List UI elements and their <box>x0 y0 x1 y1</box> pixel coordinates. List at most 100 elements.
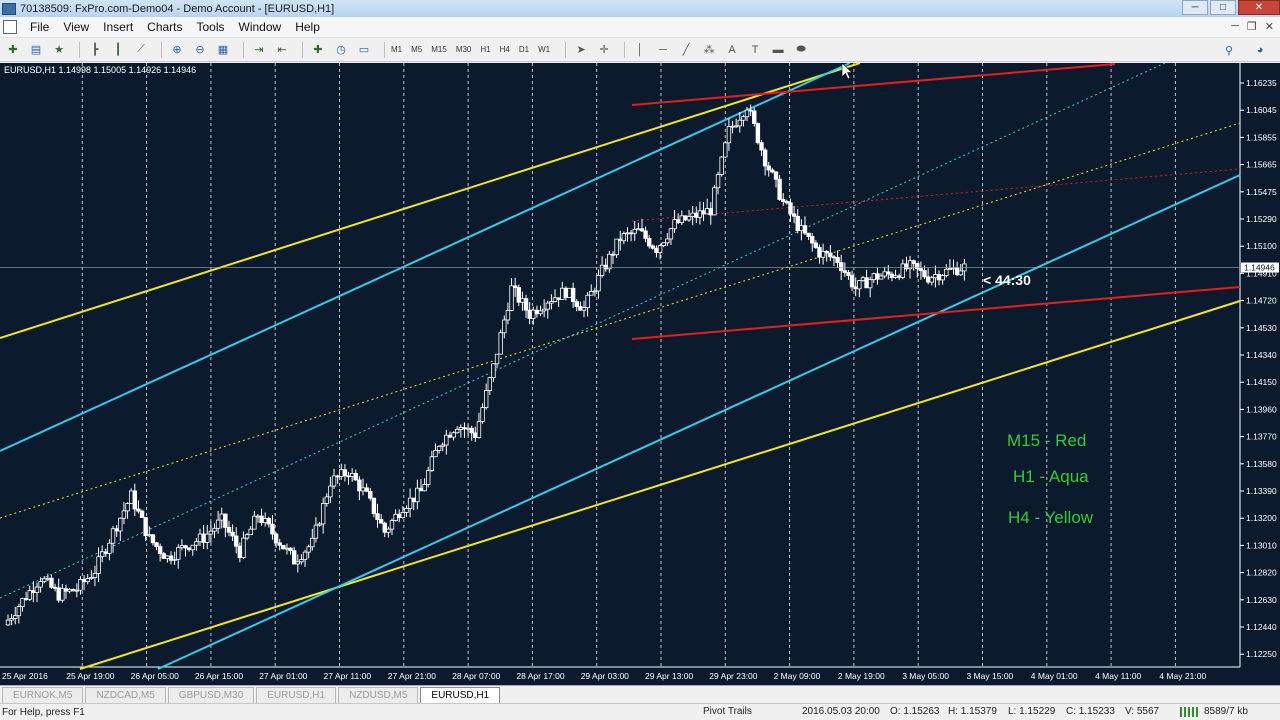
timeframe-m15[interactable]: M15 <box>431 45 447 54</box>
candle-body <box>266 518 272 525</box>
community-icon[interactable]: ◕ <box>1251 41 1269 59</box>
indicators-icon[interactable]: ✚ <box>309 41 327 59</box>
timeframe-m1[interactable]: M1 <box>391 45 402 54</box>
text-label-icon[interactable]: T <box>746 41 764 59</box>
time-label: 4 May 11:00 <box>1095 671 1141 681</box>
candle-body <box>647 238 652 247</box>
chart-shift-icon[interactable]: ⇤ <box>273 41 291 59</box>
candle-body <box>737 119 742 127</box>
timeframe-d1[interactable]: D1 <box>519 45 529 54</box>
candle-body <box>389 520 395 530</box>
zoom-out-icon[interactable]: ⊖ <box>191 41 209 59</box>
candle-body <box>665 238 670 244</box>
menu-view[interactable]: View <box>56 20 96 34</box>
candle-body <box>183 545 188 549</box>
price-chart[interactable]: 1.16235 1.16045 1.15855 1.15665 1.15475 1.152… <box>0 63 1280 685</box>
candle-body <box>165 555 170 559</box>
crosshair-icon[interactable]: ✛ <box>595 41 613 59</box>
market-watch-icon[interactable]: ★ <box>50 41 68 59</box>
candle-body <box>726 126 732 144</box>
ellipse-icon[interactable]: ⬬ <box>792 41 810 59</box>
child-restore-button[interactable]: ❐ <box>1247 20 1257 33</box>
candle-body <box>436 445 442 451</box>
autoscroll-icon[interactable]: ⇥ <box>250 41 268 59</box>
tile-windows-icon[interactable]: ▦ <box>214 41 232 59</box>
minimize-button[interactable]: ─ <box>1182 0 1208 15</box>
price-label: 1.13010 <box>1246 540 1277 550</box>
candle-body <box>849 275 855 288</box>
rectangle-icon[interactable]: ▬ <box>769 41 787 59</box>
periods-icon[interactable]: ◷ <box>332 41 350 59</box>
close-button[interactable]: ✕ <box>1238 0 1280 15</box>
timeframe-h1[interactable]: H1 <box>480 45 490 54</box>
candle-body <box>465 427 471 430</box>
candle-body <box>176 547 181 560</box>
candle-body <box>708 208 713 216</box>
timeframe-m5[interactable]: M5 <box>411 45 422 54</box>
candle-body <box>867 279 873 289</box>
price-label: 1.15665 <box>1246 160 1277 170</box>
new-chart-icon[interactable]: ✚ <box>4 41 22 59</box>
search-icon[interactable]: ⚲ <box>1220 41 1238 59</box>
candle-body <box>259 515 264 524</box>
candle-body <box>186 547 192 551</box>
text-tool-icon[interactable]: A <box>723 41 741 59</box>
candle-body <box>136 508 141 512</box>
zoom-in-icon[interactable]: ⊕ <box>168 41 186 59</box>
trendline-icon[interactable]: ╱ <box>677 41 695 59</box>
chart-canvas[interactable]: 1.16235 1.16045 1.15855 1.15665 1.15475 1.152… <box>0 63 1280 685</box>
menu-charts[interactable]: Charts <box>140 20 189 34</box>
candle-body <box>933 274 938 279</box>
bar-chart-icon[interactable]: ┣ <box>86 41 104 59</box>
candle-body <box>121 510 127 519</box>
menu-file[interactable]: File <box>23 20 56 34</box>
candle-body <box>915 263 920 270</box>
horizontal-line-icon[interactable]: ─ <box>654 41 672 59</box>
candle-body <box>455 429 460 434</box>
child-close-button[interactable]: ✕ <box>1265 20 1274 33</box>
candle-body <box>407 497 413 509</box>
cursor-icon[interactable]: ➤ <box>572 41 590 59</box>
candle-body <box>60 588 65 601</box>
tab-eurusd-h1-active[interactable]: EURUSD,H1 <box>420 687 501 703</box>
profiles-icon[interactable]: ▤ <box>27 41 45 59</box>
chart-window-icon[interactable] <box>3 20 17 34</box>
price-label: 1.14340 <box>1246 350 1277 360</box>
menu-help[interactable]: Help <box>288 20 327 34</box>
candle-body <box>125 503 130 512</box>
candle-body <box>820 250 826 258</box>
candle-body <box>752 110 757 124</box>
candle-body <box>925 276 931 283</box>
candle-body <box>451 432 456 438</box>
candle-body <box>552 297 558 302</box>
vertical-line-icon[interactable]: │ <box>631 41 649 59</box>
menu-insert[interactable]: Insert <box>96 20 140 34</box>
candle-body <box>107 542 112 554</box>
candle-body <box>944 268 949 277</box>
candlestick-icon[interactable]: ┃ <box>109 41 127 59</box>
tab-eurnok-m5[interactable]: EURNOK,M5 <box>2 687 84 703</box>
profile-name[interactable]: Pivot Trails <box>703 706 752 717</box>
child-minimize-button[interactable]: ─ <box>1231 20 1239 33</box>
h1-upper-line <box>0 63 851 452</box>
menu-tools[interactable]: Tools <box>190 20 232 34</box>
objects-icon[interactable]: ⁂ <box>700 41 718 59</box>
candle-body <box>502 319 507 334</box>
menu-window[interactable]: Window <box>232 20 289 34</box>
maximize-button[interactable]: □ <box>1210 0 1236 15</box>
tab-nzdcad-m5[interactable]: NZDCAD,M5 <box>85 687 166 703</box>
candle-body <box>346 475 351 478</box>
candle-body <box>614 238 619 256</box>
timeframe-h4[interactable]: H4 <box>500 45 510 54</box>
line-chart-icon[interactable]: ⟋ <box>132 41 150 59</box>
candle-body <box>896 275 902 278</box>
candle-body <box>799 225 804 232</box>
templates-icon[interactable]: ▭ <box>355 41 373 59</box>
candle-body <box>835 257 840 263</box>
candle-body <box>147 534 152 537</box>
tab-nzdusd-m5[interactable]: NZDUSD,M5 <box>338 687 419 703</box>
timeframe-w1[interactable]: W1 <box>538 45 550 54</box>
timeframe-m30[interactable]: M30 <box>456 45 472 54</box>
tab-gbpusd-m30[interactable]: GBPUSD,M30 <box>167 687 255 703</box>
tab-eurusd-h1[interactable]: EURUSD,H1 <box>256 687 337 703</box>
